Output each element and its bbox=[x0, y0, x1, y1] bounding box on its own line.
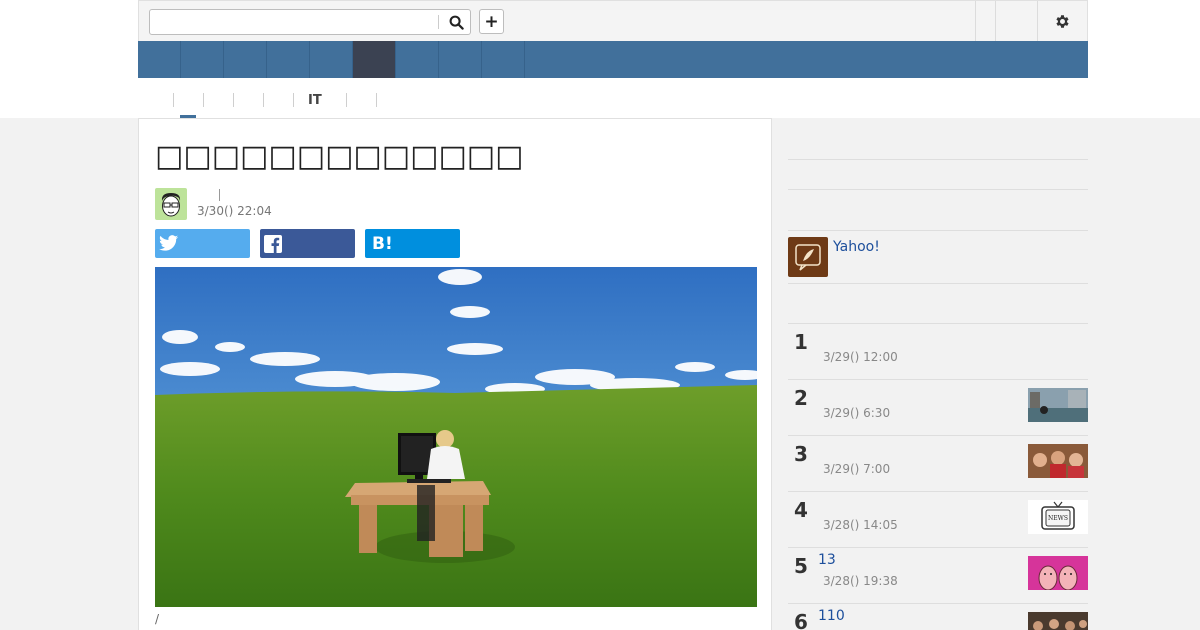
top-menu-slot-2[interactable] bbox=[995, 1, 1037, 41]
search-box bbox=[149, 9, 471, 35]
hatena-bookmark-label: B! bbox=[372, 233, 393, 254]
subtab-3[interactable] bbox=[203, 86, 233, 114]
ranking-date: 3/28() 19:38 bbox=[823, 574, 898, 588]
tab-divider bbox=[173, 93, 174, 107]
face-illustration bbox=[161, 193, 181, 217]
subtab-5[interactable] bbox=[263, 86, 293, 114]
ranking-number: 6 bbox=[794, 610, 808, 630]
office-in-field-photo bbox=[155, 267, 757, 607]
tv-news-icon[interactable]: NEWS bbox=[1028, 500, 1088, 534]
sidebar-promo-link[interactable]: Yahoo! bbox=[788, 237, 1088, 283]
ranking-date: 3/28() 14:05 bbox=[823, 518, 898, 532]
nav-item-active[interactable] bbox=[353, 41, 396, 78]
ranking-number: 1 bbox=[794, 330, 808, 354]
sub-tabs: IT bbox=[150, 86, 406, 114]
search-button[interactable] bbox=[442, 10, 470, 34]
ranking-date: 3/29() 7:00 bbox=[823, 462, 891, 476]
ranking-item[interactable]: 6 110 bbox=[788, 604, 1088, 630]
ranking-date: 3/29() 12:00 bbox=[823, 350, 898, 364]
ranking-item[interactable]: 4 3/28() 14:05 NEWS bbox=[788, 492, 1088, 548]
tab-divider bbox=[346, 93, 347, 107]
article-main: □□□□□□□□□□□□□ 3/30() 22:04 B! / bbox=[138, 118, 772, 630]
subtab-4[interactable] bbox=[233, 86, 263, 114]
top-toolbar: + bbox=[138, 0, 1088, 41]
search-input[interactable] bbox=[150, 10, 438, 34]
subtab-7[interactable] bbox=[346, 86, 376, 114]
tab-divider bbox=[233, 93, 234, 107]
twitter-icon bbox=[159, 235, 179, 251]
image-caption: / bbox=[155, 612, 160, 626]
nav-item-1[interactable] bbox=[138, 41, 181, 78]
ranking-thumbnail[interactable] bbox=[1028, 388, 1088, 422]
promo-text[interactable]: Yahoo! bbox=[833, 239, 880, 255]
ranking-item[interactable]: 1 3/29() 12:00 bbox=[788, 324, 1088, 380]
nav-item-7[interactable] bbox=[396, 41, 439, 78]
nav-item-8[interactable] bbox=[439, 41, 482, 78]
settings-button[interactable] bbox=[1037, 1, 1087, 41]
ranking-thumbnail[interactable] bbox=[1028, 444, 1088, 478]
author-divider bbox=[219, 189, 220, 201]
sidebar-divider bbox=[788, 283, 1088, 284]
ranking-number: 5 bbox=[794, 554, 808, 578]
top-menu-slot-1[interactable] bbox=[975, 1, 995, 41]
sidebar-divider bbox=[788, 159, 1088, 160]
search-divider bbox=[438, 15, 439, 29]
ranking-title[interactable]: 110 bbox=[818, 608, 845, 624]
tab-divider bbox=[376, 93, 377, 107]
ranking-number: 2 bbox=[794, 386, 808, 410]
tab-divider bbox=[203, 93, 204, 107]
facebook-share-button[interactable] bbox=[260, 229, 355, 258]
sidebar: Yahoo! 1 3/29() 12:00 2 3/29() 6:30 3 3/… bbox=[788, 118, 1088, 630]
subtab-2[interactable] bbox=[173, 86, 203, 114]
top-right-menu bbox=[975, 1, 1087, 41]
svg-text:NEWS: NEWS bbox=[1048, 515, 1068, 522]
category-nav bbox=[138, 41, 1088, 78]
ranking-item[interactable]: 2 3/29() 6:30 bbox=[788, 380, 1088, 436]
ranking-thumbnail[interactable] bbox=[1028, 612, 1088, 630]
hatena-bookmark-button[interactable]: B! bbox=[365, 229, 460, 258]
tab-divider bbox=[263, 93, 264, 107]
nav-item-3[interactable] bbox=[224, 41, 267, 78]
ranking-date: 3/29() 6:30 bbox=[823, 406, 891, 420]
search-icon bbox=[449, 15, 464, 30]
twitter-share-button[interactable] bbox=[155, 229, 250, 258]
nav-item-5[interactable] bbox=[310, 41, 353, 78]
ranking-item[interactable]: 3 3/29() 7:00 bbox=[788, 436, 1088, 492]
sidebar-divider bbox=[788, 189, 1088, 190]
publish-date: 3/30() 22:04 bbox=[197, 204, 272, 218]
article-title: □□□□□□□□□□□□□ bbox=[155, 139, 524, 174]
author-avatar[interactable] bbox=[155, 188, 187, 220]
ranking-number: 4 bbox=[794, 498, 808, 522]
subtab-8[interactable] bbox=[376, 86, 406, 114]
sidebar-divider bbox=[788, 230, 1088, 231]
ranking-title[interactable]: 13 bbox=[818, 552, 836, 568]
article-hero-image bbox=[155, 267, 757, 607]
ranking-number: 3 bbox=[794, 442, 808, 466]
facebook-icon bbox=[264, 234, 282, 253]
gear-icon bbox=[1056, 14, 1069, 28]
subtab-it[interactable]: IT bbox=[293, 86, 346, 114]
ranking-item[interactable]: 5 13 3/28() 19:38 bbox=[788, 548, 1088, 604]
feather-icon bbox=[788, 237, 828, 277]
nav-item-2[interactable] bbox=[181, 41, 224, 78]
ranking-thumbnail[interactable] bbox=[1028, 556, 1088, 590]
subtab-1[interactable] bbox=[150, 86, 173, 114]
nav-item-4[interactable] bbox=[267, 41, 310, 78]
add-button[interactable]: + bbox=[479, 9, 504, 34]
nav-item-9[interactable] bbox=[482, 41, 525, 78]
